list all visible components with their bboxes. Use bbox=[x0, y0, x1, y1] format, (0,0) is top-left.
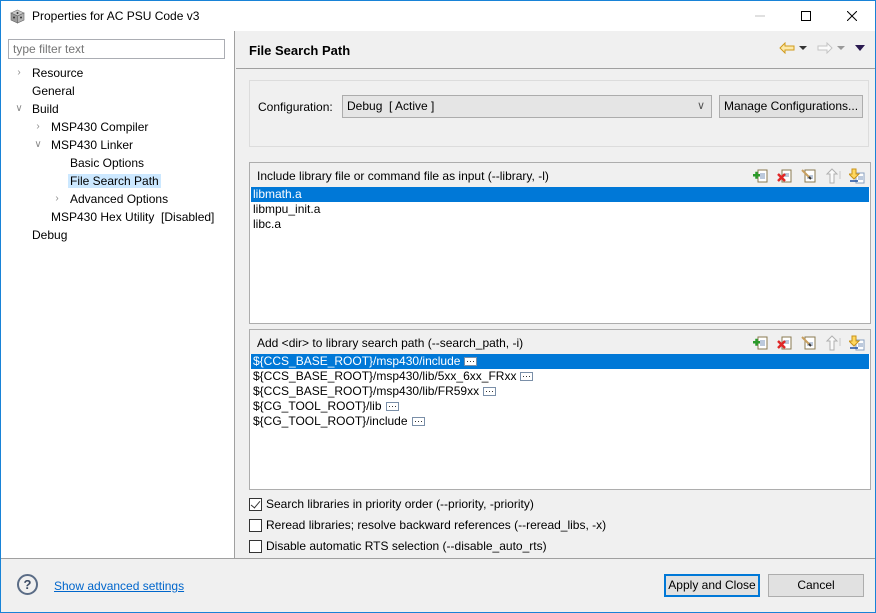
ellipsis-icon[interactable] bbox=[464, 357, 478, 366]
dialog-footer: ? Show advanced settings Apply and Close… bbox=[1, 558, 875, 612]
back-dropdown-icon[interactable] bbox=[799, 45, 807, 51]
move-down-icon[interactable] bbox=[848, 334, 866, 351]
list-item[interactable]: ${CCS_BASE_ROOT}/msp430/lib/5xx_6xx_FRxx bbox=[251, 369, 869, 384]
tree-item-msp430-hex-utility[interactable]: MSP430 Hex Utility [Disabled] bbox=[49, 208, 216, 226]
list-item[interactable]: libmpu_init.a bbox=[251, 202, 869, 217]
show-advanced-settings-link[interactable]: Show advanced settings bbox=[54, 579, 184, 593]
title-bar: Properties for AC PSU Code v3 bbox=[1, 1, 875, 31]
back-arrow-icon[interactable] bbox=[779, 42, 795, 54]
filter-input[interactable] bbox=[8, 39, 225, 59]
tree-item-msp430-compiler[interactable]: › MSP430 Compiler bbox=[32, 118, 150, 136]
tree-item-resource[interactable]: › Resource bbox=[13, 64, 85, 82]
forward-dropdown-icon[interactable] bbox=[837, 45, 845, 51]
sidebar: › Resource General ∨ Build › MSP430 Comp… bbox=[1, 31, 235, 558]
forward-arrow-icon[interactable] bbox=[817, 42, 833, 54]
chevron-right-icon[interactable]: › bbox=[13, 64, 25, 82]
ellipsis-icon[interactable] bbox=[385, 402, 399, 411]
search-path-list-toolbar bbox=[752, 334, 866, 351]
disable-auto-rts-checkbox[interactable]: Disable automatic RTS selection (--disab… bbox=[249, 538, 547, 554]
list-item[interactable]: ${CG_TOOL_ROOT}/include bbox=[251, 414, 869, 429]
chevron-right-icon[interactable]: › bbox=[51, 190, 63, 208]
tree-item-basic-options[interactable]: Basic Options bbox=[68, 154, 146, 172]
chevron-down-icon[interactable]: ∨ bbox=[13, 100, 25, 118]
tree-item-advanced-options[interactable]: › Advanced Options bbox=[51, 190, 170, 208]
checkbox-unchecked-icon[interactable] bbox=[249, 539, 262, 553]
cancel-button[interactable]: Cancel bbox=[768, 574, 864, 597]
list-item[interactable]: ${CG_TOOL_ROOT}/lib bbox=[251, 399, 869, 414]
delete-icon[interactable] bbox=[776, 167, 794, 184]
library-list-title: Include library file or command file as … bbox=[257, 169, 549, 183]
search-path-list: ${CCS_BASE_ROOT}/msp430/include ${CCS_BA… bbox=[251, 354, 869, 429]
minimize-button[interactable] bbox=[737, 1, 783, 31]
list-item[interactable]: libmath.a bbox=[251, 187, 869, 202]
maximize-button[interactable] bbox=[783, 1, 829, 31]
tree-item-debug[interactable]: Debug bbox=[30, 226, 69, 244]
reread-libs-checkbox[interactable]: Reread libraries; resolve backward refer… bbox=[249, 517, 606, 533]
priority-order-checkbox[interactable]: Search libraries in priority order (--pr… bbox=[249, 496, 534, 512]
library-list-group: Include library file or command file as … bbox=[249, 162, 871, 324]
apply-and-close-button[interactable]: Apply and Close bbox=[664, 574, 760, 597]
close-button[interactable] bbox=[829, 1, 875, 31]
cube-icon bbox=[10, 9, 25, 24]
configuration-group: Configuration: Debug [ Active ] ∨ Manage… bbox=[249, 80, 869, 147]
move-up-icon[interactable] bbox=[824, 167, 842, 184]
ellipsis-icon[interactable] bbox=[411, 417, 425, 426]
library-list-toolbar bbox=[752, 167, 866, 184]
chevron-down-icon[interactable]: ∨ bbox=[32, 136, 44, 154]
move-down-icon[interactable] bbox=[848, 167, 866, 184]
add-icon[interactable] bbox=[752, 334, 770, 351]
tree-item-general[interactable]: General bbox=[30, 82, 77, 100]
list-item[interactable]: ${CCS_BASE_ROOT}/msp430/include bbox=[251, 354, 869, 369]
checkbox-checked-icon[interactable] bbox=[249, 497, 262, 511]
search-path-list-group: Add <dir> to library search path (--sear… bbox=[249, 329, 871, 490]
ellipsis-icon[interactable] bbox=[520, 372, 534, 381]
search-path-list-header: Add <dir> to library search path (--sear… bbox=[250, 330, 870, 354]
search-path-list-title: Add <dir> to library search path (--sear… bbox=[257, 336, 524, 350]
chevron-down-icon: ∨ bbox=[696, 100, 705, 112]
library-list-header: Include library file or command file as … bbox=[250, 163, 870, 187]
tree-item-build[interactable]: ∨ Build bbox=[13, 100, 61, 118]
window-title: Properties for AC PSU Code v3 bbox=[32, 9, 200, 23]
manage-configurations-button[interactable]: Manage Configurations... bbox=[719, 95, 863, 118]
view-menu-icon[interactable] bbox=[855, 45, 865, 51]
tree-item-file-search-path[interactable]: File Search Path bbox=[68, 172, 161, 190]
properties-dialog: Properties for AC PSU Code v3 › Resource… bbox=[0, 0, 876, 613]
add-icon[interactable] bbox=[752, 167, 770, 184]
library-list: libmath.a libmpu_init.a libc.a bbox=[251, 187, 869, 232]
move-up-icon[interactable] bbox=[824, 334, 842, 351]
list-item[interactable]: ${CCS_BASE_ROOT}/msp430/lib/FR59xx bbox=[251, 384, 869, 399]
main-panel: File Search Path Configuration: Debug [… bbox=[236, 31, 875, 558]
delete-icon[interactable] bbox=[776, 334, 794, 351]
help-icon[interactable]: ? bbox=[17, 574, 38, 595]
nav-toolbar bbox=[779, 42, 865, 54]
edit-icon[interactable] bbox=[800, 334, 818, 351]
ellipsis-icon[interactable] bbox=[483, 387, 497, 396]
configuration-select[interactable]: Debug [ Active ] ∨ bbox=[342, 95, 712, 118]
tree-item-msp430-linker[interactable]: ∨ MSP430 Linker bbox=[32, 136, 135, 154]
chevron-right-icon[interactable]: › bbox=[32, 118, 44, 136]
checkbox-unchecked-icon[interactable] bbox=[249, 518, 262, 532]
page-header: File Search Path bbox=[236, 31, 875, 69]
edit-icon[interactable] bbox=[800, 167, 818, 184]
list-item[interactable]: libc.a bbox=[251, 217, 869, 232]
page-title: File Search Path bbox=[249, 43, 351, 58]
configuration-label: Configuration: bbox=[258, 100, 333, 114]
